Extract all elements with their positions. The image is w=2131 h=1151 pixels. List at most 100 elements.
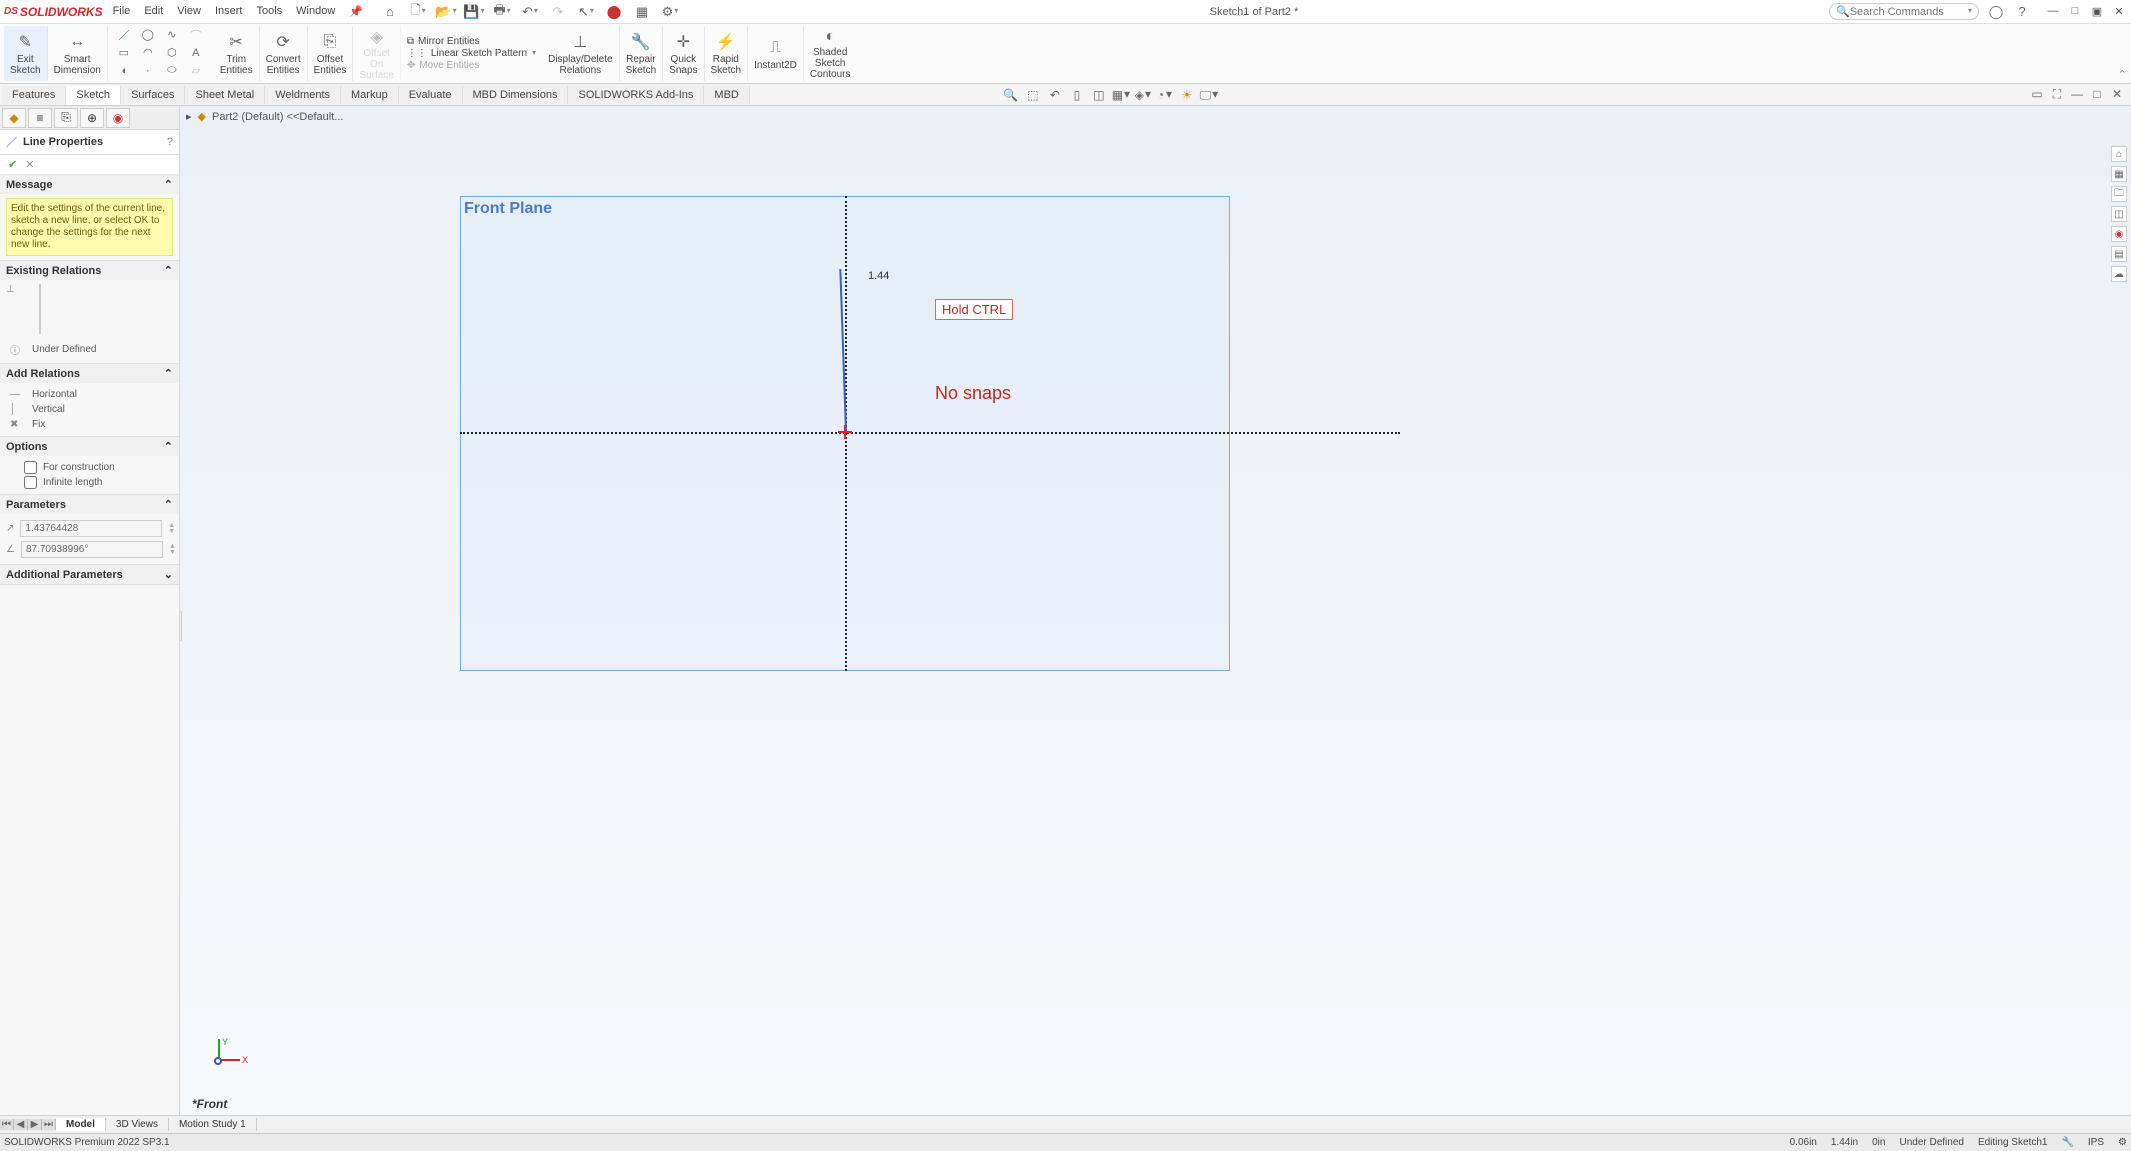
linear-pattern-button[interactable]: ⋮⋮Linear Sketch Pattern▾ (407, 48, 536, 59)
tab-addins[interactable]: SOLIDWORKS Add-Ins (568, 86, 704, 104)
ok-icon[interactable]: ✔ (8, 158, 17, 171)
undo-icon[interactable]: ↶▾ (521, 3, 539, 21)
tab-weldments[interactable]: Weldments (265, 86, 341, 104)
fillet-tool-icon[interactable]: ⌒ (186, 28, 206, 42)
pm-options-head[interactable]: Options ⌃ (0, 437, 179, 456)
convert-entities-group[interactable]: ⟳ Convert Entities (260, 26, 308, 81)
select-icon[interactable]: ↖▾ (577, 3, 595, 21)
circle-tool-icon[interactable]: ◯ (138, 28, 158, 42)
custom-props-tab-icon[interactable]: ▤ (2111, 246, 2127, 262)
status-editing[interactable]: Editing Sketch1 (1978, 1137, 2048, 1148)
rebuild-icon[interactable]: ⬤ (605, 3, 623, 21)
property-manager-tab-icon[interactable]: ≡ (28, 108, 52, 128)
model-tab[interactable]: Model (56, 1118, 106, 1131)
for-construction-checkbox[interactable] (24, 461, 37, 474)
graphics-area[interactable]: Front Plane 1.44 Hold CTRL No snaps (180, 106, 2131, 1115)
hide-show-icon[interactable]: ◈▾ (1135, 87, 1151, 103)
slot-tool-icon[interactable]: ◖ (114, 64, 134, 78)
status-units[interactable]: IPS (2088, 1137, 2104, 1148)
status-gear-icon[interactable]: ⚙ (2118, 1137, 2127, 1148)
menu-pin-icon[interactable]: 📌 (349, 5, 363, 18)
tab-markup[interactable]: Markup (341, 86, 399, 104)
help-icon[interactable]: ? (2013, 3, 2031, 21)
ribbon-collapse-icon[interactable]: ⌃ (2118, 68, 2127, 81)
first-tab-icon[interactable]: ⏮ (0, 1119, 14, 1130)
close-icon[interactable]: ✕ (2111, 5, 2127, 18)
menu-insert[interactable]: Insert (215, 5, 243, 18)
last-tab-icon[interactable]: ⏭ (42, 1119, 56, 1130)
orientation-triad[interactable]: Y X (204, 1039, 240, 1075)
angle-spinner[interactable]: ▲▼ (169, 544, 176, 556)
graphics-viewport[interactable]: ▸ ◆ Part2 (Default) <<Default... Front P… (180, 106, 2131, 1115)
add-vertical-button[interactable]: │Vertical (6, 402, 173, 417)
shaded-contours-group[interactable]: ◐ Shaded Sketch Contours (804, 26, 857, 81)
motion-study-tab[interactable]: Motion Study 1 (169, 1118, 257, 1131)
search-dropdown-icon[interactable]: ▾ (1968, 6, 1972, 15)
open-icon[interactable]: 📂▾ (437, 3, 455, 21)
view-orientation-icon[interactable]: ◫ (1091, 87, 1107, 103)
forum-tab-icon[interactable]: ☁ (2111, 266, 2127, 282)
display-relations-group[interactable]: ⊥ Display/Delete Relations (542, 26, 619, 81)
quick-snaps-group[interactable]: ✛ Quick Snaps (663, 26, 704, 81)
3d-views-tab[interactable]: 3D Views (106, 1118, 169, 1131)
zoom-area-icon[interactable]: ⬚ (1025, 87, 1041, 103)
smart-dimension-group[interactable]: ↔ Smart Dimension (48, 26, 108, 81)
previous-view-icon[interactable]: ↶ (1047, 87, 1063, 103)
zoom-fit-icon[interactable]: 🔍 (1003, 87, 1019, 103)
close-view-icon[interactable]: ✕ (2109, 86, 2125, 102)
resources-tab-icon[interactable]: ⌂ (2111, 146, 2127, 162)
new-icon[interactable]: 🗋▾ (409, 3, 427, 21)
ellipse-tool-icon[interactable]: ⬭ (162, 64, 182, 78)
pm-help-icon[interactable]: ? (167, 136, 173, 148)
point-tool-icon[interactable]: · (138, 64, 158, 78)
angle-input[interactable] (21, 541, 163, 558)
menu-tools[interactable]: Tools (256, 5, 282, 18)
feature-manager-tab-icon[interactable]: ◆ (2, 108, 26, 128)
repair-sketch-group[interactable]: 🔧 Repair Sketch (620, 26, 664, 81)
link-views-icon[interactable]: ⛶ (2049, 86, 2065, 102)
max-view-icon[interactable]: □ (2089, 86, 2105, 102)
tab-surfaces[interactable]: Surfaces (121, 86, 185, 104)
maximize-icon[interactable]: ▣ (2089, 5, 2105, 18)
menu-edit[interactable]: Edit (144, 5, 163, 18)
tab-mbd-dimensions[interactable]: MBD Dimensions (463, 86, 569, 104)
trim-entities-group[interactable]: ✂ Trim Entities (214, 26, 260, 81)
existing-relations-list[interactable] (39, 284, 41, 334)
tab-mbd[interactable]: MBD (704, 86, 749, 104)
command-search[interactable]: 🔍 ▾ (1829, 3, 1979, 20)
search-input[interactable] (1850, 6, 1967, 18)
tab-sheet-metal[interactable]: Sheet Metal (185, 86, 265, 104)
pm-additional-head[interactable]: Additional Parameters ⌄ (0, 565, 179, 584)
pm-message-head[interactable]: Message ⌃ (0, 175, 179, 194)
exit-sketch-group[interactable]: ✎ Exit Sketch (4, 26, 48, 81)
view-settings-icon[interactable]: 🖵▾ (1201, 87, 1217, 103)
infinite-length-checkbox[interactable] (24, 476, 37, 489)
length-input[interactable] (20, 520, 162, 537)
min-view-icon[interactable]: — (2069, 86, 2085, 102)
menu-window[interactable]: Window (296, 5, 335, 18)
offset-entities-group[interactable]: ⎘ Offset Entities (308, 26, 354, 81)
tab-features[interactable]: Features (2, 86, 66, 104)
minimize-icon[interactable]: — (2045, 5, 2061, 18)
save-icon[interactable]: 💾▾ (465, 3, 483, 21)
tab-sketch[interactable]: Sketch (66, 86, 121, 105)
menu-file[interactable]: File (113, 5, 131, 18)
next-tab-icon[interactable]: ▶ (28, 1119, 42, 1130)
display-manager-tab-icon[interactable]: ◉ (106, 108, 130, 128)
cancel-icon[interactable]: ✕ (25, 158, 34, 171)
home-icon[interactable]: ⌂ (381, 3, 399, 21)
rapid-sketch-group[interactable]: ⚡ Rapid Sketch (705, 26, 749, 81)
display-style-icon[interactable]: ▦▾ (1113, 87, 1129, 103)
plane-tool-icon[interactable]: ▱ (186, 64, 206, 78)
mirror-entities-button[interactable]: ⧉Mirror Entities (407, 36, 536, 47)
apply-scene-icon[interactable]: ☀ (1179, 87, 1195, 103)
status-rebuild-icon[interactable]: 🔧 (2061, 1137, 2073, 1148)
dimxpert-manager-tab-icon[interactable]: ⊕ (80, 108, 104, 128)
line-tool-icon[interactable]: ／ (114, 28, 134, 42)
text-tool-icon[interactable]: A (186, 46, 206, 60)
print-icon[interactable]: 🖶▾ (493, 3, 511, 21)
length-spinner[interactable]: ▲▼ (168, 523, 175, 535)
rectangle-tool-icon[interactable]: ▭ (114, 46, 134, 60)
configuration-manager-tab-icon[interactable]: ⎘ (54, 108, 78, 128)
file-props-icon[interactable]: ▦ (633, 3, 651, 21)
